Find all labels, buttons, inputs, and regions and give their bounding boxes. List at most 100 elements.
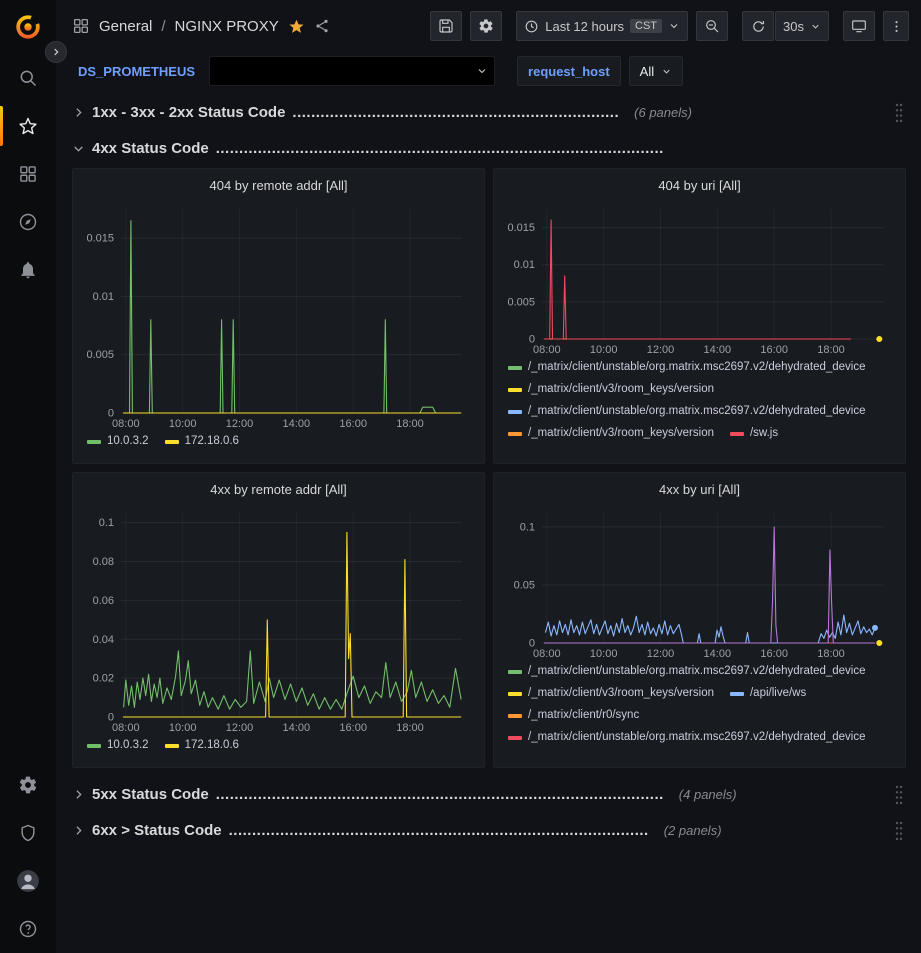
row-1xx-3xx-2xx-status-code[interactable]: 1xx - 3xx - 2xx Status Code ............… [72,96,906,129]
svg-text:08:00: 08:00 [112,722,140,734]
row-drag-handle[interactable] [892,99,906,127]
refresh-button-group: 30s [742,11,829,41]
svg-text:0.06: 0.06 [93,595,114,607]
shield-icon [18,823,38,843]
time-range-picker[interactable]: Last 12 hours CST [516,11,688,41]
legend-item[interactable]: /_matrix/client/v3/room_keys/version [508,379,714,400]
chart-canvas[interactable]: 00.0050.010.01508:0010:0012:0014:0016:00… [502,199,897,357]
ds-prometheus-value-dropdown[interactable] [209,56,495,86]
row-title-dots: ........................................… [292,104,619,121]
legend-item[interactable]: /sw.js [730,423,778,444]
share-icon[interactable] [314,18,330,34]
breadcrumb-dashboard-title[interactable]: NGINX PROXY [175,18,279,35]
refresh-button[interactable] [742,11,774,41]
svg-text:14:00: 14:00 [283,418,311,430]
request-host-value-dropdown[interactable]: All [629,56,683,86]
zoom-out-button[interactable] [696,11,728,41]
panel-title[interactable]: 404 by remote addr [All] [81,173,476,199]
panel-4xx-by-uri: 4xx by uri [All] 00.050.108:0010:0012:00… [493,472,906,768]
favorite-star-icon[interactable] [288,18,305,35]
sidebar-item-dashboards[interactable] [0,150,56,198]
compass-icon [18,212,38,232]
chart-canvas[interactable]: 00.0050.010.01508:0010:0012:0014:0016:00… [81,199,476,431]
save-icon [438,18,454,34]
panel-title[interactable]: 404 by uri [All] [502,173,897,199]
panel-404-by-remote-addr: 404 by remote addr [All] 00.0050.010.015… [72,168,485,464]
chart-legend: 10.0.3.2 172.18.0.6 [81,431,476,461]
legend-item[interactable]: /_matrix/client/unstable/org.matrix.msc2… [508,357,866,378]
kebab-menu-button[interactable] [883,11,909,41]
legend-label: /_matrix/client/v3/room_keys/version [528,423,714,444]
chevron-down-icon [476,65,488,77]
sidebar-item-settings[interactable] [0,761,56,809]
svg-text:10:00: 10:00 [169,722,197,734]
panels-grid: 404 by remote addr [All] 00.0050.010.015… [72,168,906,768]
legend-item[interactable]: 172.18.0.6 [165,735,239,756]
legend-item[interactable]: 10.0.3.2 [87,735,149,756]
svg-text:10:00: 10:00 [169,418,197,430]
chevron-down-icon [668,20,680,32]
timeseries-chart[interactable]: 00.050.108:0010:0012:0014:0016:0018:00 [502,503,897,661]
svg-text:10:00: 10:00 [590,344,618,356]
legend-item[interactable]: /_matrix/client/v3/room_keys/version [508,683,714,704]
legend-item[interactable]: 172.18.0.6 [165,431,239,452]
row-5xx-status-code[interactable]: 5xx Status Code ........................… [72,778,906,811]
timeseries-chart[interactable]: 00.0050.010.01508:0010:0012:0014:0016:00… [81,199,476,431]
svg-text:18:00: 18:00 [817,344,845,356]
sidebar-item-starred[interactable] [0,102,56,150]
series-color-swatch [87,744,101,748]
tv-mode-button[interactable] [843,11,875,41]
series-color-swatch [508,714,522,718]
legend-item[interactable]: /_matrix/client/v3/room_keys/version [508,423,714,444]
svg-text:0.05: 0.05 [514,580,535,592]
sidebar-item-search[interactable] [0,54,56,102]
save-dashboard-button[interactable] [430,11,462,41]
breadcrumb: General / NGINX PROXY [72,17,330,35]
row-drag-handle[interactable] [892,781,906,809]
panel-title[interactable]: 4xx by remote addr [All] [81,477,476,503]
timeseries-chart[interactable]: 00.020.040.060.080.108:0010:0012:0014:00… [81,503,476,735]
series-color-swatch [87,440,101,444]
sidebar-item-explore[interactable] [0,198,56,246]
sidebar-item-alerting[interactable] [0,246,56,294]
zoom-out-icon [704,18,720,34]
legend-item[interactable]: /_matrix/client/unstable/org.matrix.msc2… [508,401,866,422]
legend-item[interactable]: /api/live/ws [730,683,806,704]
row-drag-handle[interactable] [892,817,906,845]
row-4xx-status-code[interactable]: 4xx Status Code ........................… [72,132,906,165]
timeseries-chart[interactable]: 00.0050.010.01508:0010:0012:0014:0016:00… [502,199,897,357]
legend-label: 172.18.0.6 [185,431,239,452]
ds-prometheus-label[interactable]: DS_PROMETHEUS [72,64,201,79]
series-color-swatch [508,670,522,674]
legend-label: /_matrix/client/unstable/org.matrix.msc2… [528,357,866,378]
row-6xx-status-code[interactable]: 6xx > Status Code ......................… [72,814,906,847]
sidebar-item-help[interactable] [0,905,56,953]
request-host-label[interactable]: request_host [517,56,621,86]
legend-item[interactable]: /_matrix/client/unstable/org.matrix.msc2… [508,727,866,748]
user-avatar [15,868,41,894]
svg-text:0.005: 0.005 [507,296,535,308]
chart-legend: 10.0.3.2 172.18.0.6 [81,735,476,765]
chart-canvas[interactable]: 00.020.040.060.080.108:0010:0012:0014:00… [81,503,476,735]
legend-label: /_matrix/client/r0/sync [528,705,639,726]
legend-item[interactable]: /_matrix/client/r0/sync [508,705,639,726]
svg-text:18:00: 18:00 [817,648,845,660]
kebab-menu-icon [889,19,904,34]
dashboard-settings-button[interactable] [470,11,502,41]
chart-canvas[interactable]: 00.050.108:0010:0012:0014:0016:0018:00 [502,503,897,661]
panel-title[interactable]: 4xx by uri [All] [502,477,897,503]
legend-item[interactable]: /_matrix/client/unstable/org.matrix.msc2… [508,661,866,682]
svg-text:12:00: 12:00 [226,418,254,430]
refresh-interval-dropdown[interactable]: 30s [775,11,829,41]
svg-text:16:00: 16:00 [760,648,788,660]
svg-text:0.015: 0.015 [507,222,535,234]
monitor-icon [851,18,867,34]
svg-text:0.005: 0.005 [86,349,114,361]
breadcrumb-section[interactable]: General [99,18,152,35]
sidebar-expand-button[interactable] [45,41,67,63]
dashboard-topbar: General / NGINX PROXY [56,0,921,52]
legend-item[interactable]: 10.0.3.2 [87,431,149,452]
sidebar-item-profile[interactable] [0,857,56,905]
sidebar-item-admin[interactable] [0,809,56,857]
svg-text:0.01: 0.01 [514,259,535,271]
